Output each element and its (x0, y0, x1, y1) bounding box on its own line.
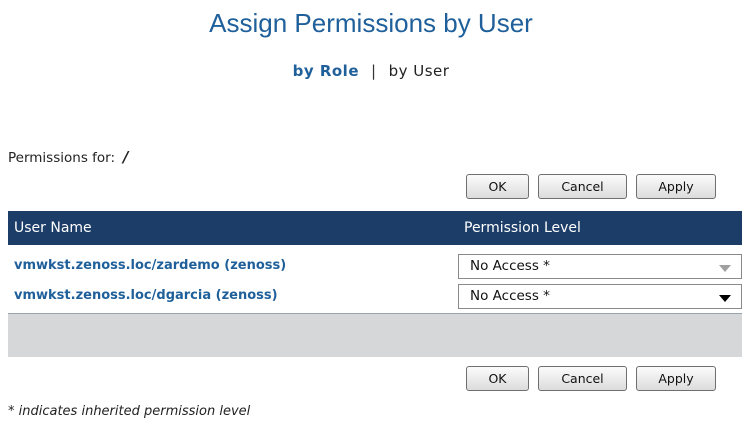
view-switch: by Role | by User (0, 62, 742, 80)
view-switch-separator: | (371, 62, 377, 80)
ok-button[interactable]: OK (466, 366, 529, 391)
table-row: vmwkst.zenoss.loc/dgarcia (zenoss) No Ac… (8, 284, 742, 309)
cancel-button[interactable]: Cancel (538, 366, 627, 391)
by-user-label: by User (388, 62, 450, 80)
user-name-column-header: User Name (14, 220, 92, 236)
user-link[interactable]: vmwkst.zenoss.loc/zardemo (zenoss) (14, 258, 286, 273)
chevron-down-icon (719, 265, 731, 272)
grid-header: User Name Permission Level (8, 211, 742, 245)
permission-level-select[interactable]: No Access * (458, 284, 742, 309)
permissions-for: Permissions for: / (8, 148, 129, 166)
by-role-link[interactable]: by Role (293, 62, 359, 80)
table-row: vmwkst.zenoss.loc/zardemo (zenoss) No Ac… (8, 254, 742, 279)
ok-button[interactable]: OK (466, 174, 529, 199)
top-button-bar: OK Cancel Apply (466, 174, 716, 199)
user-link[interactable]: vmwkst.zenoss.loc/dgarcia (zenoss) (14, 288, 278, 303)
inherited-note: * indicates inherited permission level (8, 404, 251, 419)
apply-button[interactable]: Apply (636, 366, 716, 391)
apply-button[interactable]: Apply (636, 174, 716, 199)
bottom-button-bar: OK Cancel Apply (466, 366, 716, 391)
permission-level-value: No Access * (470, 258, 550, 274)
chevron-down-icon (719, 295, 731, 302)
permissions-for-path: / (123, 148, 129, 166)
grid-footer (8, 313, 742, 357)
cancel-button[interactable]: Cancel (538, 174, 627, 199)
permission-level-select[interactable]: No Access * (458, 254, 742, 279)
permission-level-value: No Access * (470, 288, 550, 304)
permissions-for-label: Permissions for: (8, 150, 116, 166)
page-title: Assign Permissions by User (209, 8, 533, 38)
permission-level-column-header: Permission Level (464, 220, 581, 236)
